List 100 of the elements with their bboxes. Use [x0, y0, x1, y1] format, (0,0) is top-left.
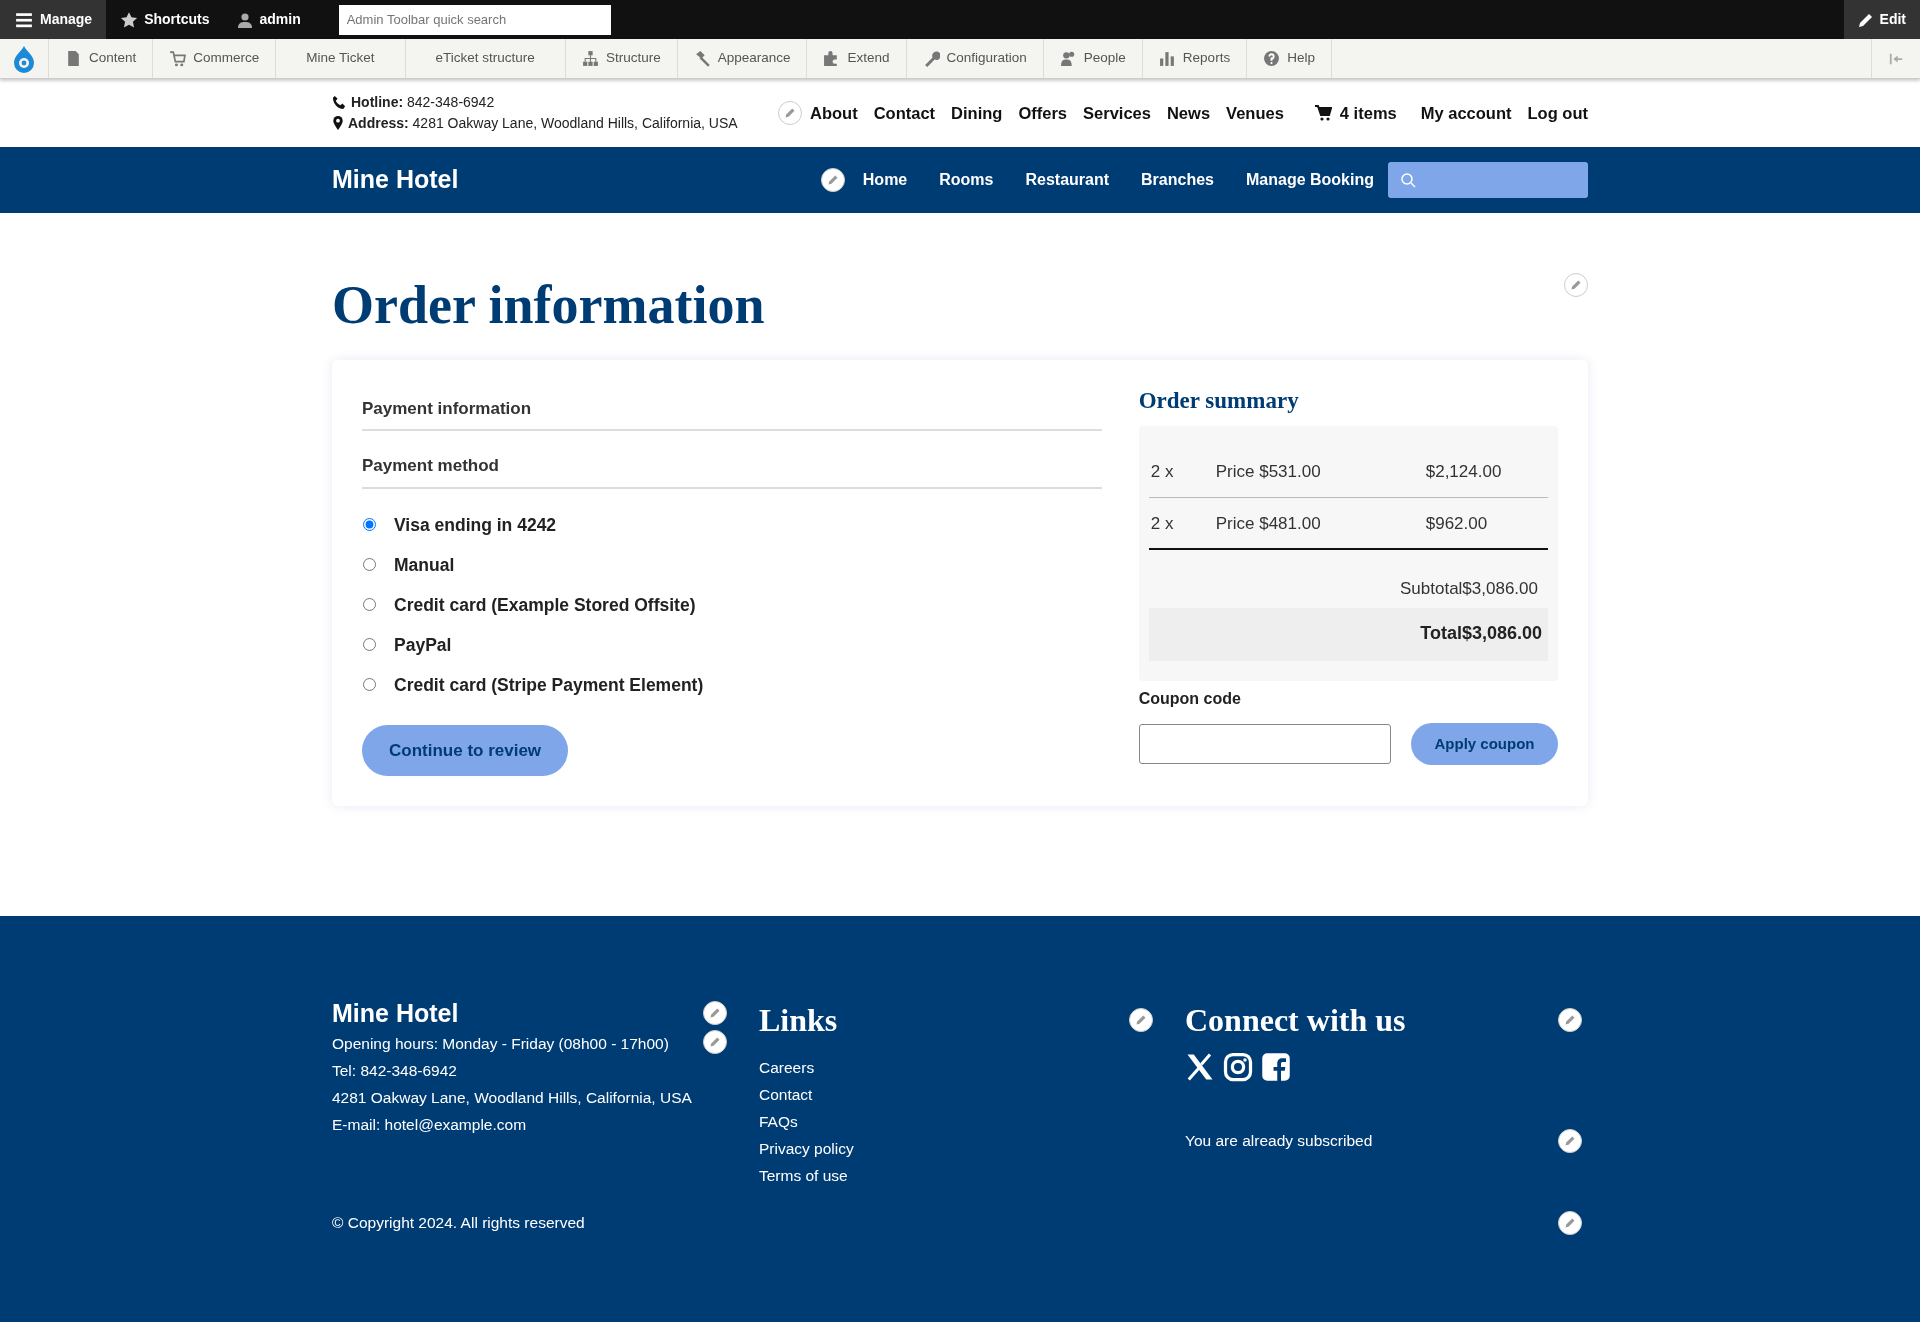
bar-chart-icon — [1158, 50, 1176, 67]
admin-menu-item[interactable]: Reports — [1142, 39, 1248, 78]
footer-link[interactable]: Careers — [759, 1054, 815, 1081]
radio-button[interactable] — [363, 518, 376, 532]
nav-link[interactable]: Offers — [1018, 100, 1068, 126]
collapse-icon — [1888, 51, 1904, 66]
pencil-icon — [783, 107, 796, 119]
help-icon — [1263, 50, 1281, 67]
option-label[interactable]: Manual — [394, 551, 455, 578]
nav-link[interactable]: Rooms — [939, 168, 994, 192]
admin-menu-item[interactable]: Structure — [565, 39, 678, 78]
apply-coupon-button[interactable]: Apply coupon — [1411, 722, 1558, 765]
edit-button[interactable] — [820, 168, 845, 192]
social-link[interactable] — [1223, 1052, 1253, 1082]
footer-link[interactable]: Privacy policy — [759, 1135, 854, 1162]
admin-menu-item[interactable]: Commerce — [153, 39, 277, 78]
nav-link[interactable]: Manage Booking — [1246, 168, 1374, 192]
social-link[interactable] — [1185, 1052, 1215, 1082]
edit-button[interactable] — [703, 1001, 727, 1025]
search-field[interactable]: Admin Toolbar quick search — [338, 4, 611, 35]
nav-link[interactable]: Services — [1083, 100, 1151, 126]
pencil-icon — [1564, 1134, 1576, 1147]
nav-link[interactable]: Venues — [1226, 100, 1284, 126]
pencil-icon — [1564, 1216, 1576, 1229]
pencil-icon — [826, 174, 839, 186]
account-link[interactable]: My account — [1420, 100, 1512, 126]
menu-icon — [14, 10, 34, 29]
admin-menu-item[interactable]: Appearance — [677, 39, 808, 78]
toolbar-tab[interactable]: Shortcuts — [106, 0, 224, 39]
contact-text: Hotline: 842-348-6942 — [351, 93, 495, 112]
quantity: 2 x — [1150, 512, 1175, 535]
edit-button[interactable]: Edit — [1843, 0, 1920, 39]
sitemap-icon — [581, 50, 599, 67]
footer-text: Tel: 842-348-6942 — [332, 1061, 457, 1081]
toolbar-tab[interactable]: admin — [223, 0, 315, 39]
admin-menu-item[interactable]: Mine Ticket — [276, 39, 406, 78]
edit-button[interactable] — [1558, 1128, 1582, 1153]
option-label[interactable]: Credit card (Stripe Payment Element) — [394, 671, 704, 698]
admin-menu-item[interactable]: Help — [1247, 39, 1332, 78]
star-icon — [120, 10, 139, 29]
footer-heading: Links — [759, 1001, 838, 1040]
footer-link[interactable]: Terms of use — [759, 1162, 848, 1189]
radio-button[interactable] — [363, 678, 376, 692]
footer-logo[interactable]: Mine Hotel — [332, 996, 459, 1030]
coupon-field[interactable] — [1138, 723, 1391, 764]
cart-link[interactable]: 4 items — [1313, 100, 1397, 126]
radio-button[interactable] — [363, 598, 376, 612]
nav-link[interactable]: Branches — [1141, 168, 1214, 192]
nav-link[interactable]: Restaurant — [1025, 168, 1110, 192]
summary-title: Order summary — [1138, 386, 1300, 415]
admin-menu-item[interactable]: Extend — [807, 39, 907, 78]
x-logo-icon — [1185, 1052, 1215, 1082]
site-logo[interactable]: Mine Hotel — [332, 161, 459, 199]
option-label[interactable]: Credit card (Example Stored Offsite) — [394, 591, 696, 618]
nav-link[interactable]: News — [1166, 100, 1211, 126]
field-label: Coupon code — [1138, 688, 1242, 709]
nav-link[interactable]: About — [810, 100, 858, 126]
admin-menu-item[interactable]: Configuration — [906, 39, 1044, 78]
hammer-icon — [693, 50, 711, 67]
quantity: 2 x — [1150, 461, 1175, 484]
continue-button[interactable]: Continue to review — [362, 724, 569, 777]
search-icon — [1400, 172, 1416, 188]
toolbar-tab[interactable]: Manage — [0, 0, 107, 39]
edit-button[interactable] — [1129, 1008, 1153, 1032]
pencil-icon — [1857, 11, 1874, 28]
footer-heading: Connect with us — [1185, 1001, 1406, 1040]
pencil-icon — [709, 1007, 721, 1019]
edit-button[interactable] — [1558, 1008, 1582, 1032]
copyright-text: © Copyright 2024. All rights reserved — [332, 1213, 585, 1233]
subtotal-text: Subtotal$3,086.00 — [1399, 578, 1539, 601]
nav-link[interactable]: Dining — [951, 100, 1003, 126]
subscription-status: You are already subscribed — [1185, 1131, 1373, 1151]
user-icon — [237, 10, 254, 29]
admin-menu-item[interactable]: eTicket structure — [405, 39, 566, 78]
unit-price: Price $531.00 — [1215, 461, 1322, 484]
edit-button[interactable] — [703, 1030, 727, 1054]
pencil-icon — [1570, 279, 1582, 291]
phone-icon — [332, 95, 347, 110]
map-pin-icon — [332, 116, 344, 131]
nav-link[interactable]: Contact — [873, 100, 936, 126]
account-link[interactable]: Log out — [1527, 100, 1588, 126]
footer-link[interactable]: FAQs — [759, 1108, 798, 1135]
admin-menu-item[interactable]: Content — [49, 39, 154, 78]
option-label[interactable]: Visa ending in 4242 — [394, 511, 557, 538]
radio-button[interactable] — [363, 638, 376, 652]
option-label[interactable]: PayPal — [394, 631, 452, 658]
edit-button[interactable] — [1558, 1210, 1582, 1235]
footer-link[interactable]: Contact — [759, 1081, 813, 1108]
radio-button[interactable] — [363, 558, 376, 572]
document-icon — [65, 50, 82, 67]
pencil-icon — [1564, 1014, 1576, 1026]
cart-icon — [1313, 105, 1332, 121]
people-icon — [1059, 50, 1077, 67]
line-total: $2,124.00 — [1425, 461, 1502, 484]
admin-menu-item[interactable]: People — [1043, 39, 1143, 78]
search-field[interactable] — [1388, 162, 1588, 198]
contact-text: Address: 4281 Oakway Lane, Woodland Hills, California, USA — [348, 114, 738, 133]
nav-link[interactable]: Home — [862, 168, 908, 192]
social-link[interactable] — [1261, 1052, 1291, 1082]
line-total: $962.00 — [1425, 512, 1488, 535]
